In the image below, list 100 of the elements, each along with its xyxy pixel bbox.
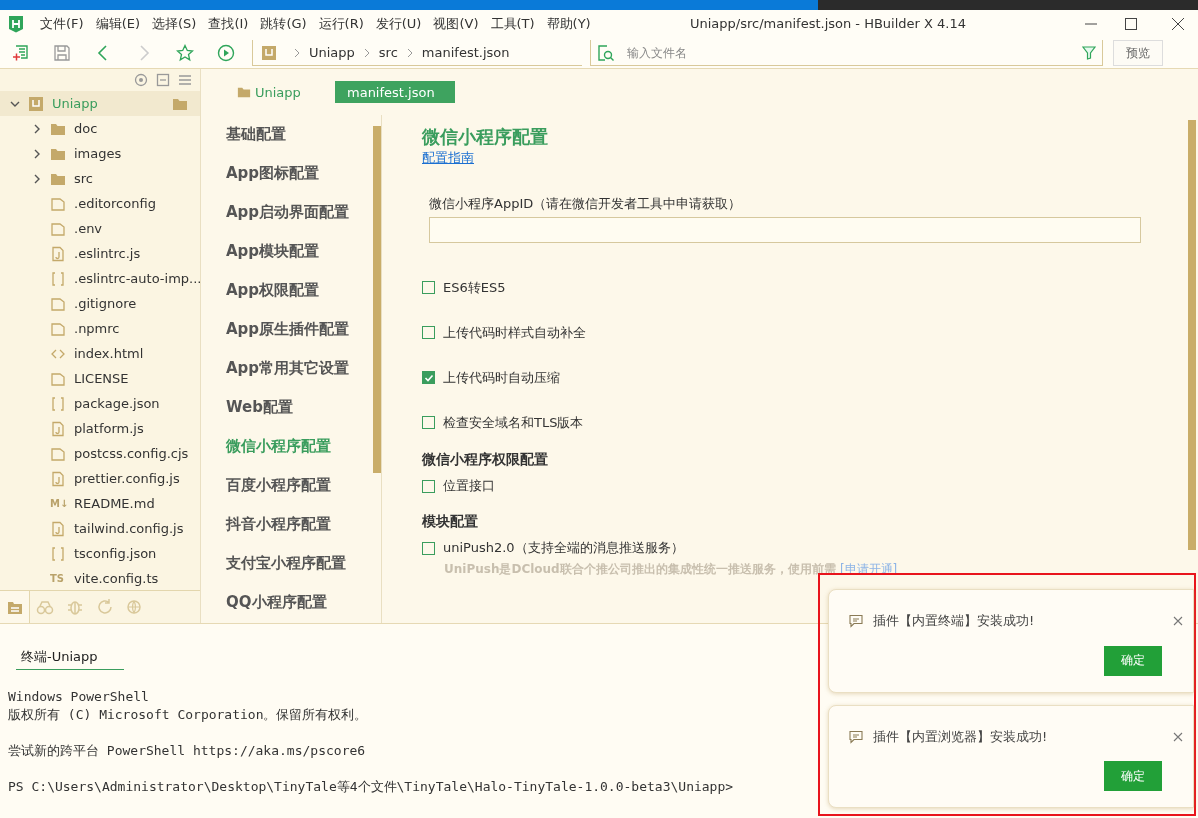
checkbox[interactable]	[422, 541, 435, 555]
nav-item[interactable]: 基础配置	[201, 115, 373, 154]
tree-item-label: .env	[74, 221, 103, 236]
checkbox[interactable]	[422, 416, 435, 429]
tree-item[interactable]: postcss.config.cjs	[0, 441, 200, 466]
preview-button[interactable]: 预览	[1113, 40, 1163, 66]
collapse-icon[interactable]	[156, 73, 170, 87]
nav-item[interactable]: App启动界面配置	[201, 193, 373, 232]
tree-item[interactable]: .gitignore	[0, 291, 200, 316]
menu-item[interactable]: 工具(T)	[484, 15, 541, 33]
locate-icon[interactable]	[134, 73, 148, 87]
tree-item[interactable]: index.html	[0, 341, 200, 366]
tree-item[interactable]: LICENSE	[0, 366, 200, 391]
close-icon[interactable]	[1170, 16, 1186, 32]
terminal-line: PS C:\Users\Administrator\Desktop\TinyTale等4个文件\TinyTale\Halo-TinyTale-1.0.0-beta3\Uniapp>	[8, 778, 735, 796]
tree-item[interactable]: tailwind.config.js	[0, 516, 200, 541]
menu-item[interactable]: 视图(V)	[427, 15, 485, 33]
nav-item[interactable]: App图标配置	[201, 154, 373, 193]
star-icon[interactable]	[176, 44, 194, 62]
run-icon[interactable]	[217, 44, 235, 62]
nav-item[interactable]: App模块配置	[201, 232, 373, 271]
tree-item[interactable]: .editorconfig	[0, 191, 200, 216]
nav-item[interactable]: App常用其它设置	[201, 349, 373, 388]
tree-item-label: .eslintrc-auto-imp...	[74, 271, 200, 286]
terminal-line: 版权所有 (C) Microsoft Corporation。保留所有权利。	[8, 706, 369, 724]
section-heading: 模块配置	[422, 513, 479, 531]
tree-item[interactable]: images	[0, 141, 200, 166]
checkbox[interactable]	[422, 281, 435, 294]
field-label: 微信小程序AppID（请在微信开发者工具中申请获取）	[429, 195, 743, 213]
menu-item[interactable]: 选择(S)	[146, 15, 203, 33]
guide-link[interactable]: 配置指南	[422, 150, 474, 165]
menu-item[interactable]: 帮助(Y)	[540, 15, 597, 33]
nav-item[interactable]: Web配置	[201, 388, 373, 427]
checkbox[interactable]	[422, 326, 435, 339]
breadcrumb-item[interactable]: Uniapp	[309, 45, 355, 60]
menu-icon[interactable]	[178, 73, 192, 87]
nav-item[interactable]: 抖音小程序配置	[201, 505, 373, 544]
menu-item[interactable]: 查找(I)	[202, 15, 255, 33]
tree-item[interactable]: M↓ README.md	[0, 491, 200, 516]
close-icon[interactable]	[1173, 616, 1183, 626]
search-input[interactable]: 输入文件名	[625, 44, 1072, 61]
section-heading: 微信小程序权限配置	[422, 451, 549, 469]
breadcrumb-item[interactable]: manifest.json	[421, 45, 510, 60]
nav-item[interactable]: 百度小程序配置	[201, 466, 373, 505]
tree-item-label: index.html	[74, 346, 144, 361]
menu-item[interactable]: 运行(R)	[312, 15, 370, 33]
file-icon	[50, 370, 66, 387]
chevron-right-icon	[405, 47, 414, 58]
menu-item[interactable]: 跳转(G)	[254, 15, 313, 33]
checkbox-label: 位置接口	[443, 477, 495, 495]
tree-item[interactable]: tsconfig.json	[0, 541, 200, 566]
tree-item-label: prettier.config.js	[74, 471, 180, 486]
brackets-icon	[50, 545, 66, 562]
tree-item[interactable]: .npmrc	[0, 316, 200, 341]
nav-item[interactable]: QQ小程序配置	[201, 583, 373, 622]
new-file-icon[interactable]	[12, 44, 30, 62]
menu-item[interactable]: 发行(U)	[369, 15, 428, 33]
tree-item-label: README.md	[74, 496, 155, 511]
terminal-line: 尝试新的跨平台 PowerShell https://aka.ms/pscore6	[8, 742, 367, 760]
nav-item[interactable]: App原生插件配置	[201, 310, 373, 349]
checkbox-label: ES6转ES5	[443, 278, 506, 297]
file-type-icon: M↓	[50, 498, 66, 509]
maximize-icon[interactable]	[1123, 16, 1139, 32]
menu-item[interactable]: 文件(F)	[34, 15, 90, 33]
tree-item[interactable]: package.json	[0, 391, 200, 416]
tree-item[interactable]: .env	[0, 216, 200, 241]
tree-item[interactable]: TS vite.config.ts	[0, 566, 200, 590]
checkbox-label: 检查安全域名和TLS版本	[443, 413, 584, 432]
document-icon	[50, 470, 66, 487]
breadcrumb-item[interactable]: src	[378, 45, 398, 60]
message-icon	[849, 729, 863, 744]
filter-icon[interactable]	[1082, 45, 1096, 60]
tree-item[interactable]: platform.js	[0, 416, 200, 441]
scrollbar[interactable]	[1188, 120, 1196, 550]
checkbox[interactable]	[422, 479, 435, 493]
chevron-right-icon	[293, 47, 301, 58]
search-field[interactable]: 输入文件名	[590, 40, 1103, 66]
tree-item[interactable]: .eslintrc.js	[0, 241, 200, 266]
notification-message: 插件【内置浏览器】安装成功!	[873, 727, 1048, 746]
checkbox[interactable]	[422, 371, 435, 384]
tree-item[interactable]: src	[0, 166, 200, 191]
input-field[interactable]	[429, 217, 1141, 243]
menu-item[interactable]: 编辑(E)	[89, 15, 146, 33]
tree-item[interactable]: doc	[0, 116, 200, 141]
tree-item-label: .gitignore	[74, 296, 137, 311]
scrollbar[interactable]	[373, 126, 381, 473]
file-type-icon: TS	[50, 573, 66, 584]
section-title: 微信小程序配置	[422, 125, 549, 149]
files-icon[interactable]	[0, 591, 30, 623]
file-icon	[50, 295, 66, 312]
save-icon[interactable]	[53, 44, 71, 62]
file-icon	[50, 220, 66, 237]
terminal-tab[interactable]: 终端-Uniapp	[16, 644, 124, 670]
tree-item-label: Uniapp	[52, 96, 98, 111]
nav-item[interactable]: 支付宝小程序配置	[201, 544, 373, 583]
tree-item[interactable]: prettier.config.js	[0, 466, 200, 491]
close-icon[interactable]	[1173, 731, 1183, 742]
tree-item[interactable]: .eslintrc-auto-imp...	[0, 266, 200, 291]
tree-item-label: images	[74, 146, 122, 161]
nav-item[interactable]: App权限配置	[201, 271, 373, 310]
